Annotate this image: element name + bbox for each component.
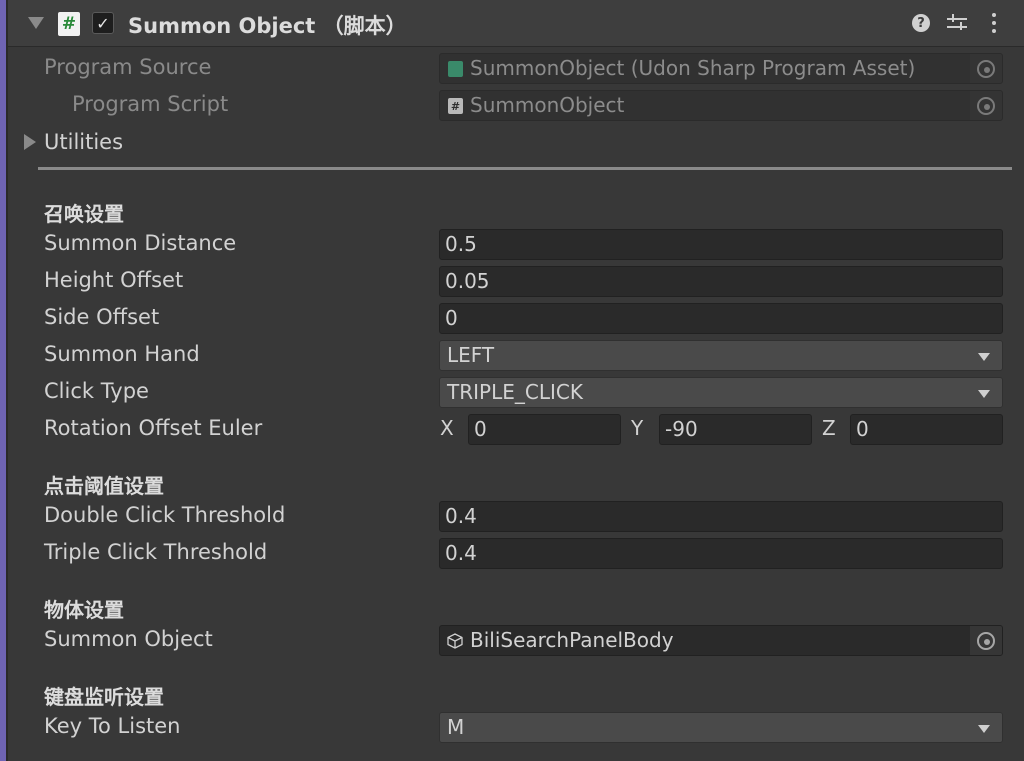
double-click-threshold-input[interactable]: 0.4 [439,501,1003,532]
chevron-down-icon [978,390,990,398]
object-picker-icon[interactable] [970,54,1002,83]
help-icon[interactable]: ? [912,14,930,32]
script-glyph: # [450,99,461,113]
program-script-field[interactable]: # SummonObject [439,90,1003,121]
cube-icon [447,633,463,649]
rotation-x-input[interactable]: 0 [468,414,621,445]
menu-dot [992,21,996,25]
component-header[interactable]: # ✓ Summon Object （脚本） ? [8,0,1024,47]
section-keyboard-settings: 键盘监听设置 [44,685,164,709]
key-to-listen-value: M [447,715,465,739]
slider-knob [952,14,954,22]
key-to-listen-label: Key To Listen [44,714,181,738]
click-type-dropdown[interactable]: TRIPLE_CLICK [439,377,1003,408]
presets-sliders-icon[interactable] [946,12,968,34]
separator [38,167,1012,170]
checkmark-icon: ✓ [96,13,110,33]
slider-line [947,26,967,28]
program-script-value: SummonObject [470,93,625,117]
chevron-down-icon [978,353,990,361]
triangle-right-icon[interactable] [24,134,36,150]
summon-distance-label: Summon Distance [44,231,237,255]
udon-asset-icon [448,61,463,77]
rotation-x-label: X [440,416,454,440]
kebab-menu-icon[interactable] [992,13,996,33]
side-offset-input[interactable]: 0 [439,303,1003,334]
menu-dot [992,13,996,17]
program-source-label: Program Source [44,55,212,79]
rotation-offset-label: Rotation Offset Euler [44,416,263,440]
rotation-z-input[interactable]: 0 [850,414,1003,445]
object-picker-icon[interactable] [970,91,1002,120]
program-source-value: SummonObject (Udon Sharp Program Asset) [470,56,916,80]
summon-hand-label: Summon Hand [44,342,200,366]
script-glyph: # [61,14,77,34]
enabled-checkbox[interactable]: ✓ [92,12,114,34]
height-offset-input[interactable]: 0.05 [439,266,1003,297]
rotation-y-label: Y [631,416,644,440]
component-edge [6,0,8,761]
program-script-label: Program Script [72,92,229,116]
summon-hand-dropdown[interactable]: LEFT [439,340,1003,371]
csharp-script-icon: # [448,98,463,114]
summon-object-field[interactable]: BiliSearchPanelBody [439,625,1003,656]
side-offset-label: Side Offset [44,305,160,329]
summon-object-value: BiliSearchPanelBody [470,628,674,652]
height-offset-label: Height Offset [44,268,184,292]
chevron-down-icon [978,725,990,733]
program-source-field[interactable]: SummonObject (Udon Sharp Program Asset) [439,53,1003,84]
utilities-foldout[interactable]: Utilities [44,130,123,154]
double-click-threshold-label: Double Click Threshold [44,503,286,527]
slider-knob [960,22,962,30]
component-title: Summon Object （脚本） [128,14,407,38]
object-picker-icon[interactable] [970,626,1002,655]
menu-dot [992,29,996,33]
click-type-value: TRIPLE_CLICK [447,380,583,404]
rotation-y-input[interactable]: -90 [659,414,812,445]
slider-line [947,18,967,20]
section-summon-settings: 召唤设置 [44,202,124,226]
section-click-threshold: 点击阈值设置 [44,474,164,498]
help-glyph: ? [917,15,925,31]
summon-distance-input[interactable]: 0.5 [439,229,1003,260]
summon-hand-value: LEFT [447,343,495,367]
csharp-script-icon: # [58,12,80,36]
click-type-label: Click Type [44,379,149,403]
rotation-z-label: Z [822,416,836,440]
section-object-settings: 物体设置 [44,598,124,622]
key-to-listen-dropdown[interactable]: M [439,712,1003,743]
triangle-down-icon[interactable] [28,17,44,29]
triple-click-threshold-input[interactable]: 0.4 [439,538,1003,569]
summon-object-label: Summon Object [44,627,213,651]
triple-click-threshold-label: Triple Click Threshold [44,540,268,564]
